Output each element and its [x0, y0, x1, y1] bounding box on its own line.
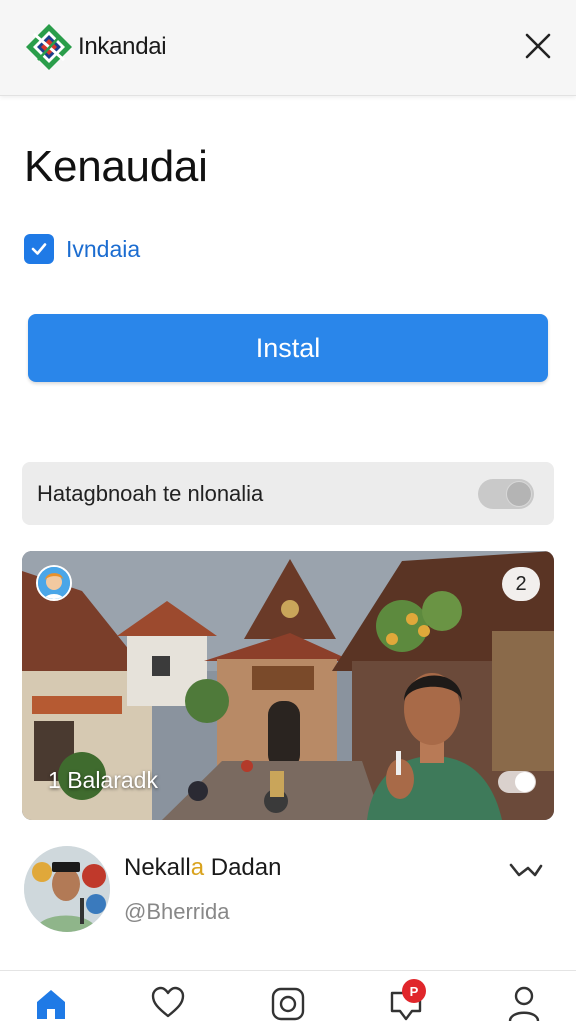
toggle-knob — [506, 481, 532, 507]
notification-button[interactable]: P — [388, 979, 428, 1021]
media-badge-icon[interactable]: 2 — [502, 567, 540, 601]
media-card[interactable]: 2 1 Balaradk — [22, 551, 554, 820]
profile-name[interactable]: Nekalla Dadan — [124, 854, 281, 882]
profile-handle: @Bherrida — [124, 899, 230, 924]
checkmark-icon — [31, 243, 47, 255]
diamond-logo-icon — [26, 24, 72, 70]
page-title: Kenaudai — [24, 142, 208, 191]
profile-icon[interactable] — [506, 985, 542, 1021]
bottom-nav: P — [0, 970, 576, 1024]
app-logo: Inkandai — [24, 22, 167, 72]
home-icon[interactable] — [33, 985, 69, 1021]
setting-row: Hatagbnoah te nlonalia — [22, 462, 554, 525]
media-caption: 1 Balaradk — [48, 767, 158, 794]
caption-text: Balaradk — [67, 767, 158, 793]
profile-avatar[interactable] — [24, 846, 110, 932]
instagram-icon[interactable] — [270, 985, 306, 1021]
top-bar: Inkandai — [0, 0, 576, 96]
chevron-wave-icon[interactable] — [508, 858, 544, 882]
setting-toggle[interactable] — [478, 479, 534, 509]
checkbox[interactable] — [24, 234, 54, 264]
profile-photo — [24, 846, 110, 932]
checkbox-row[interactable]: Ivndaia — [24, 234, 140, 264]
notification-badge: P — [402, 979, 426, 1003]
media-toggle[interactable] — [498, 771, 536, 793]
checkbox-label: Ivndaia — [66, 235, 141, 262]
media-toggle-knob — [515, 772, 535, 792]
setting-label: Hatagbnoah te nlonalia — [37, 481, 264, 506]
caption-prefix: 1 — [48, 767, 61, 793]
close-icon[interactable] — [522, 30, 554, 62]
media-avatar[interactable] — [36, 565, 72, 601]
install-button[interactable]: Instal — [28, 314, 548, 382]
heart-icon[interactable] — [150, 985, 186, 1021]
app-name: Inkandai — [78, 33, 167, 60]
